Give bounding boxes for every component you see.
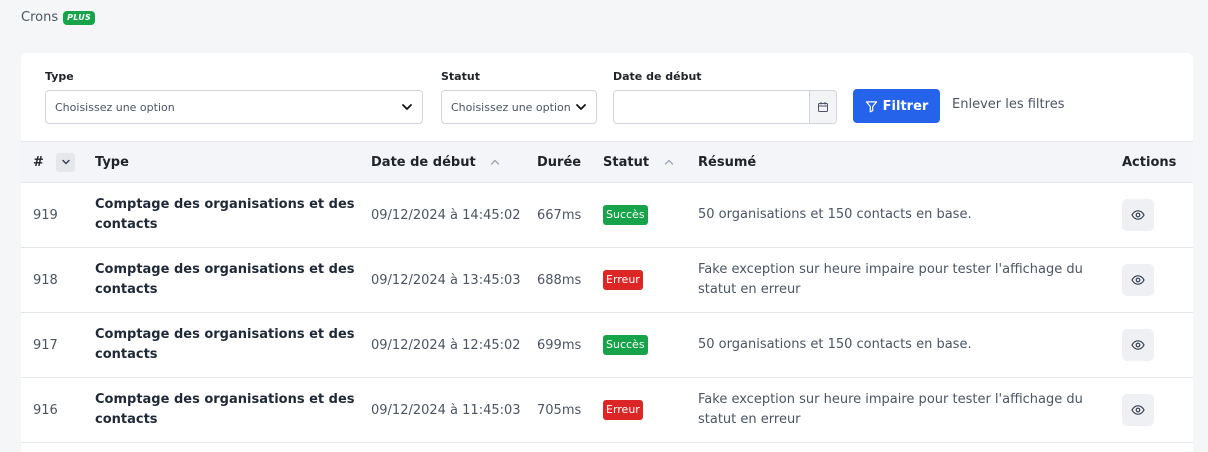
calendar-icon: [818, 102, 828, 112]
cell-type: Comptage des organisations et des contac…: [95, 392, 355, 427]
type-select[interactable]: Choisissez une option: [45, 90, 423, 124]
cell-id: 916: [33, 402, 58, 418]
crons-table: # Type Date de début Durée Statut Résumé…: [21, 141, 1193, 443]
type-select-value: Choisissez une option: [55, 100, 175, 114]
header-id: #: [21, 142, 95, 183]
filters-bar: Type Choisissez une option Statut Choisi…: [21, 53, 1193, 141]
header-status[interactable]: Statut: [603, 142, 698, 183]
table-row: 919 Comptage des organisations et des co…: [21, 183, 1193, 248]
status-badge: Succès: [603, 205, 648, 225]
filter-button[interactable]: Filtrer: [853, 89, 940, 123]
cell-duration: 667ms: [537, 207, 582, 223]
plus-badge: PLUS: [63, 10, 96, 25]
cell-actions: [1113, 248, 1193, 313]
header-status-label: Statut: [603, 154, 650, 170]
cell-date: 09/12/2024 à 13:45:03: [371, 272, 521, 288]
calendar-button[interactable]: [809, 91, 836, 123]
cell-status: Succès: [603, 183, 698, 248]
statut-select-value: Choisissez une option: [451, 100, 571, 114]
filter-button-label: Filtrer: [882, 98, 929, 114]
crons-card: Type Choisissez une option Statut Choisi…: [21, 53, 1193, 452]
statut-select[interactable]: Choisissez une option: [441, 90, 597, 124]
sort-dropdown-toggle[interactable]: [56, 152, 76, 172]
statut-filter-label: Statut: [441, 70, 480, 83]
cell-status: Erreur: [603, 248, 698, 313]
cell-date: 09/12/2024 à 11:45:03: [371, 402, 521, 418]
sort-up-icon: [491, 159, 500, 165]
cell-id: 917: [33, 337, 58, 353]
cell-summary: Fake exception sur heure impaire pour te…: [698, 392, 1083, 427]
cell-summary: Fake exception sur heure impaire pour te…: [698, 262, 1083, 297]
cell-duration: 705ms: [537, 402, 582, 418]
cell-type: Comptage des organisations et des contac…: [95, 327, 355, 362]
cell-actions: [1113, 378, 1193, 443]
table-row: 916 Comptage des organisations et des co…: [21, 378, 1193, 443]
cell-duration: 688ms: [537, 272, 582, 288]
clear-filters-link[interactable]: Enlever les filtres: [952, 97, 1064, 112]
cell-date: 09/12/2024 à 14:45:02: [371, 207, 521, 223]
cell-status: Erreur: [603, 378, 698, 443]
table-row: 918 Comptage des organisations et des co…: [21, 248, 1193, 313]
table-row: 917 Comptage des organisations et des co…: [21, 313, 1193, 378]
cell-id: 918: [33, 272, 58, 288]
cell-date: 09/12/2024 à 12:45:02: [371, 337, 521, 353]
header-actions: Actions: [1122, 154, 1177, 170]
cell-type: Comptage des organisations et des contac…: [95, 197, 355, 232]
date-input: [613, 90, 837, 124]
sort-up-icon: [664, 159, 673, 165]
status-badge: Erreur: [603, 270, 643, 290]
page-header: Crons PLUS: [21, 10, 96, 25]
cell-duration: 699ms: [537, 337, 582, 353]
type-filter-label: Type: [45, 70, 74, 83]
cell-status: Succès: [603, 313, 698, 378]
cell-type: Comptage des organisations et des contac…: [95, 262, 355, 297]
header-date[interactable]: Date de début: [371, 142, 537, 183]
view-button[interactable]: [1122, 264, 1154, 296]
page-title: Crons: [21, 10, 59, 25]
table-header-row: # Type Date de début Durée Statut Résumé…: [21, 141, 1193, 183]
chevron-down-icon: [402, 104, 412, 110]
header-summary: Résumé: [698, 154, 757, 170]
eye-icon: [1131, 340, 1145, 350]
date-filter-label: Date de début: [613, 70, 702, 83]
eye-icon: [1131, 405, 1145, 415]
header-duration: Durée: [537, 154, 582, 170]
status-badge: Erreur: [603, 400, 643, 420]
header-id-label: #: [33, 154, 44, 170]
chevron-down-icon: [576, 104, 586, 110]
header-date-label: Date de début: [371, 154, 476, 170]
chevron-down-icon: [62, 159, 70, 165]
cell-actions: [1113, 313, 1193, 378]
cell-actions: [1113, 183, 1193, 248]
date-field[interactable]: [614, 91, 809, 123]
cell-summary: 50 organisations et 150 contacts en base…: [698, 207, 972, 222]
cell-id: 919: [33, 207, 58, 223]
view-button[interactable]: [1122, 199, 1154, 231]
cell-summary: 50 organisations et 150 contacts en base…: [698, 337, 972, 352]
view-button[interactable]: [1122, 329, 1154, 361]
eye-icon: [1131, 275, 1145, 285]
header-type: Type: [95, 154, 129, 170]
eye-icon: [1131, 210, 1145, 220]
status-badge: Succès: [603, 335, 648, 355]
view-button[interactable]: [1122, 394, 1154, 426]
filter-icon: [865, 100, 877, 112]
